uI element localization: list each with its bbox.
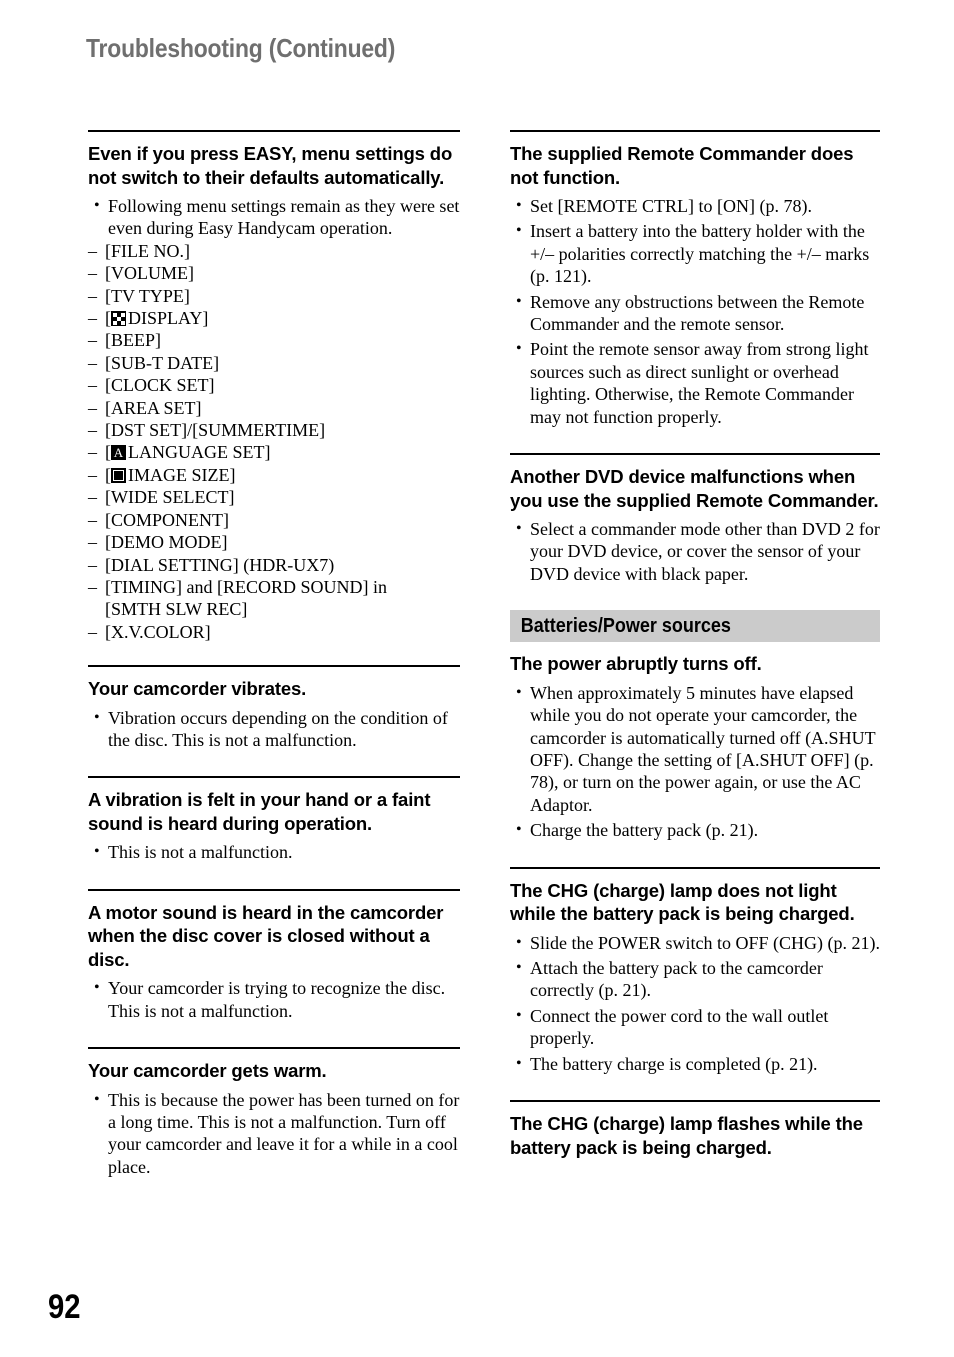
menu-item: [DST SET]/[SUMMERTIME] bbox=[88, 419, 460, 442]
menu-settings-list: [FILE NO.] [VOLUME] [TV TYPE] [DISPLAY] … bbox=[88, 240, 460, 644]
menu-item: [FILE NO.] bbox=[88, 240, 460, 263]
menu-item: [WIDE SELECT] bbox=[88, 486, 460, 509]
menu-item: [TV TYPE] bbox=[88, 285, 460, 308]
page-number: 92 bbox=[48, 1288, 81, 1326]
menu-item-label: [SUB-T DATE] bbox=[105, 352, 220, 373]
image-size-icon bbox=[111, 467, 126, 483]
question-heading: A vibration is felt in your hand or a fa… bbox=[88, 789, 431, 834]
menu-item: [X.V.COLOR] bbox=[88, 621, 460, 644]
question-heading: Even if you press EASY, menu settings do… bbox=[88, 143, 453, 188]
section-banner-label: Batteries/Power sources bbox=[520, 614, 731, 637]
question-heading: Another DVD device malfunctions when you… bbox=[510, 466, 879, 511]
answer-list: Set [REMOTE CTRL] to [ON] (p. 78). Inser… bbox=[510, 195, 880, 428]
answer-item: Remove any obstructions between the Remo… bbox=[510, 291, 880, 336]
language-a-icon: A bbox=[111, 445, 126, 461]
menu-item-label: [COMPONENT] bbox=[105, 509, 229, 530]
left-column: Even if you press EASY, menu settings do… bbox=[88, 130, 460, 1181]
menu-item: [SUB-T DATE] bbox=[88, 352, 460, 375]
qa-block: Even if you press EASY, menu settings do… bbox=[88, 130, 460, 644]
menu-item: [TIMING] and [RECORD SOUND] in[SMTH SLW … bbox=[88, 576, 460, 621]
answer-list: When approximately 5 minutes have elapse… bbox=[510, 682, 880, 842]
section-banner: Batteries/Power sources bbox=[510, 610, 880, 643]
menu-item: [VOLUME] bbox=[88, 262, 460, 285]
menu-item-label: [DEMO MODE] bbox=[105, 532, 228, 553]
question-heading: Your camcorder gets warm. bbox=[88, 1060, 327, 1082]
answer-list: This is because the power has been turne… bbox=[88, 1089, 460, 1179]
qa-block: The CHG (charge) lamp does not light whi… bbox=[510, 866, 880, 1076]
menu-item-label: [FILE NO.] bbox=[105, 240, 190, 261]
qa-block: Your camcorder gets warm. This is becaus… bbox=[88, 1047, 460, 1178]
answer-list: This is not a malfunction. bbox=[88, 841, 460, 864]
answer-item: The battery charge is completed (p. 21). bbox=[510, 1053, 880, 1076]
menu-item-label: [BEEP] bbox=[105, 330, 161, 351]
answer-item: Charge the battery pack (p. 21). bbox=[510, 819, 880, 842]
menu-item-label: [WIDE SELECT] bbox=[105, 487, 235, 508]
answer-item: This is because the power has been turne… bbox=[88, 1089, 460, 1179]
menu-item-label: DISPLAY] bbox=[128, 308, 209, 329]
menu-item: [BEEP] bbox=[88, 329, 460, 352]
menu-item: [DIAL SETTING] (HDR-UX7) bbox=[88, 554, 460, 577]
answer-item: Attach the battery pack to the camcorder… bbox=[510, 957, 880, 1002]
menu-item: [AREA SET] bbox=[88, 397, 460, 420]
menu-item-label: [AREA SET] bbox=[105, 397, 202, 418]
qa-block: Your camcorder vibrates. Vibration occur… bbox=[88, 665, 460, 751]
section-divider-rule bbox=[88, 888, 460, 891]
qa-block: The CHG (charge) lamp flashes while the … bbox=[510, 1100, 880, 1159]
qa-block: Another DVD device malfunctions when you… bbox=[510, 453, 880, 585]
answer-item: Insert a battery into the battery holder… bbox=[510, 220, 880, 287]
answer-item: When approximately 5 minutes have elapse… bbox=[510, 682, 880, 816]
menu-item: [COMPONENT] bbox=[88, 509, 460, 532]
answer-item: This is not a malfunction. bbox=[88, 841, 460, 864]
answer-item: Following menu settings remain as they w… bbox=[88, 195, 460, 240]
checkerboard-display-icon bbox=[111, 311, 126, 327]
answer-item: Set [REMOTE CTRL] to [ON] (p. 78). bbox=[510, 195, 880, 218]
question-heading: The CHG (charge) lamp does not light whi… bbox=[510, 879, 855, 925]
answer-item: Your camcorder is trying to recognize th… bbox=[88, 977, 460, 1022]
question-heading: The supplied Remote Commander does not f… bbox=[510, 143, 854, 188]
right-column: The supplied Remote Commander does not f… bbox=[510, 130, 880, 1165]
qa-block: The supplied Remote Commander does not f… bbox=[510, 130, 880, 428]
menu-item-label: LANGUAGE SET] bbox=[128, 442, 271, 463]
menu-item-label: [DST SET]/[SUMMERTIME] bbox=[105, 420, 326, 441]
menu-item: [ALANGUAGE SET] bbox=[88, 441, 460, 464]
menu-item: [IMAGE SIZE] bbox=[88, 464, 460, 487]
answer-list: Following menu settings remain as they w… bbox=[88, 195, 460, 240]
section-divider-rule bbox=[510, 453, 880, 456]
answer-list: Your camcorder is trying to recognize th… bbox=[88, 977, 460, 1022]
qa-block: The power abruptly turns off. When appro… bbox=[510, 652, 880, 842]
menu-item-label: [X.V.COLOR] bbox=[105, 621, 211, 642]
section-divider-rule bbox=[88, 776, 460, 779]
menu-item-label: [TV TYPE] bbox=[105, 285, 190, 306]
question-heading: The power abruptly turns off. bbox=[510, 653, 762, 675]
answer-item: Connect the power cord to the wall outle… bbox=[510, 1005, 880, 1050]
answer-list: Select a commander mode other than DVD 2… bbox=[510, 518, 880, 585]
section-divider-rule bbox=[510, 1100, 880, 1103]
answer-list: Slide the POWER switch to OFF (CHG) (p. … bbox=[510, 932, 880, 1076]
menu-item-label-continued: [SMTH SLW REC] bbox=[105, 599, 248, 620]
section-divider-rule bbox=[88, 130, 460, 132]
menu-item: [DISPLAY] bbox=[88, 307, 460, 330]
section-divider-rule bbox=[510, 130, 880, 132]
answer-item: Select a commander mode other than DVD 2… bbox=[510, 518, 880, 585]
menu-item-label: IMAGE SIZE] bbox=[128, 464, 236, 485]
menu-item: [CLOCK SET] bbox=[88, 374, 460, 397]
menu-item-label: [TIMING] and [RECORD SOUND] in bbox=[105, 576, 387, 597]
menu-item-label: [VOLUME] bbox=[105, 263, 194, 284]
section-divider-rule bbox=[88, 665, 460, 668]
page-running-head: Troubleshooting (Continued) bbox=[86, 33, 396, 63]
section-divider-rule bbox=[88, 1047, 460, 1050]
question-heading: Your camcorder vibrates. bbox=[88, 678, 307, 700]
question-heading: The CHG (charge) lamp flashes while the … bbox=[510, 1113, 863, 1158]
answer-list: Vibration occurs depending on the condit… bbox=[88, 707, 460, 752]
menu-item: [DEMO MODE] bbox=[88, 531, 460, 554]
menu-item-label: [DIAL SETTING] (HDR-UX7) bbox=[105, 554, 335, 575]
section-divider-rule bbox=[510, 866, 880, 869]
question-heading: A motor sound is heard in the camcorder … bbox=[88, 901, 444, 970]
qa-block: A vibration is felt in your hand or a fa… bbox=[88, 776, 460, 864]
answer-item: Vibration occurs depending on the condit… bbox=[88, 707, 460, 752]
qa-block: A motor sound is heard in the camcorder … bbox=[88, 888, 460, 1022]
menu-item-label: [CLOCK SET] bbox=[105, 375, 215, 396]
answer-item: Slide the POWER switch to OFF (CHG) (p. … bbox=[510, 932, 880, 955]
answer-item: Point the remote sensor away from strong… bbox=[510, 338, 880, 428]
